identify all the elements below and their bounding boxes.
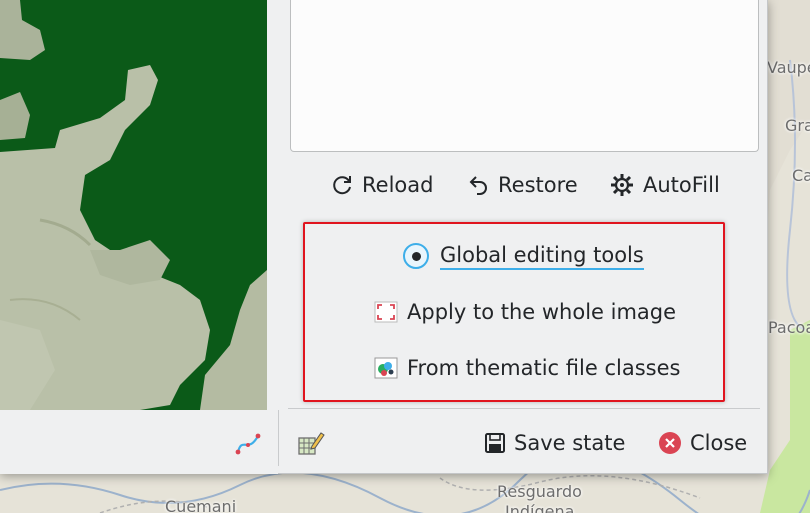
global-editing-label: Global editing tools [440, 243, 644, 270]
global-editing-radio[interactable]: Global editing tools [403, 240, 644, 272]
radio-checked-dot [411, 251, 421, 261]
radio-indicator[interactable] [403, 243, 429, 269]
options-footer-separator [288, 408, 760, 409]
map-label-ca: Ca [792, 166, 810, 185]
classification-preview[interactable] [0, 0, 267, 410]
curve-icon [235, 433, 261, 455]
save-icon [485, 433, 505, 453]
map-label-indigena: Indígena [505, 502, 575, 513]
close-button[interactable]: Close [658, 426, 747, 460]
autofill-icon [611, 174, 633, 196]
editing-dialog: Reload Restore AutoFill Global editing t… [0, 0, 768, 474]
from-thematic-classes-button[interactable]: From thematic file classes [374, 352, 680, 384]
close-label: Close [690, 431, 748, 455]
apply-whole-image-button[interactable]: Apply to the whole image [374, 296, 676, 328]
map-label-vaupes: Vaupés [767, 58, 810, 77]
autofill-label: AutoFill [643, 173, 720, 197]
save-state-label: Save state [514, 431, 626, 455]
thematic-classes-icon [374, 357, 398, 379]
save-state-button[interactable]: Save state [484, 426, 625, 460]
autofill-button[interactable]: AutoFill [609, 168, 720, 202]
table-edit-button[interactable] [295, 428, 327, 458]
map-label-pacoa: Pacoa [768, 318, 810, 337]
curve-button[interactable] [232, 428, 264, 460]
restore-icon [469, 176, 487, 195]
map-label-resguardo: Resguardo [497, 482, 582, 501]
map-label-gra: Gra [785, 116, 810, 135]
table-edit-icon [298, 432, 325, 455]
apply-whole-image-label: Apply to the whole image [407, 300, 677, 324]
footer-separator [278, 410, 279, 466]
reload-label: Reload [362, 173, 434, 197]
reload-icon [333, 176, 351, 195]
selection-frame-icon [374, 301, 398, 323]
restore-button[interactable]: Restore [468, 168, 578, 202]
restore-label: Restore [498, 173, 578, 197]
preview-image [0, 0, 267, 410]
close-icon [659, 432, 681, 454]
from-thematic-label: From thematic file classes [407, 356, 681, 380]
reload-button[interactable]: Reload [330, 168, 433, 202]
map-label-cuemani: Cuemani [165, 497, 237, 513]
classes-list[interactable] [290, 0, 759, 152]
